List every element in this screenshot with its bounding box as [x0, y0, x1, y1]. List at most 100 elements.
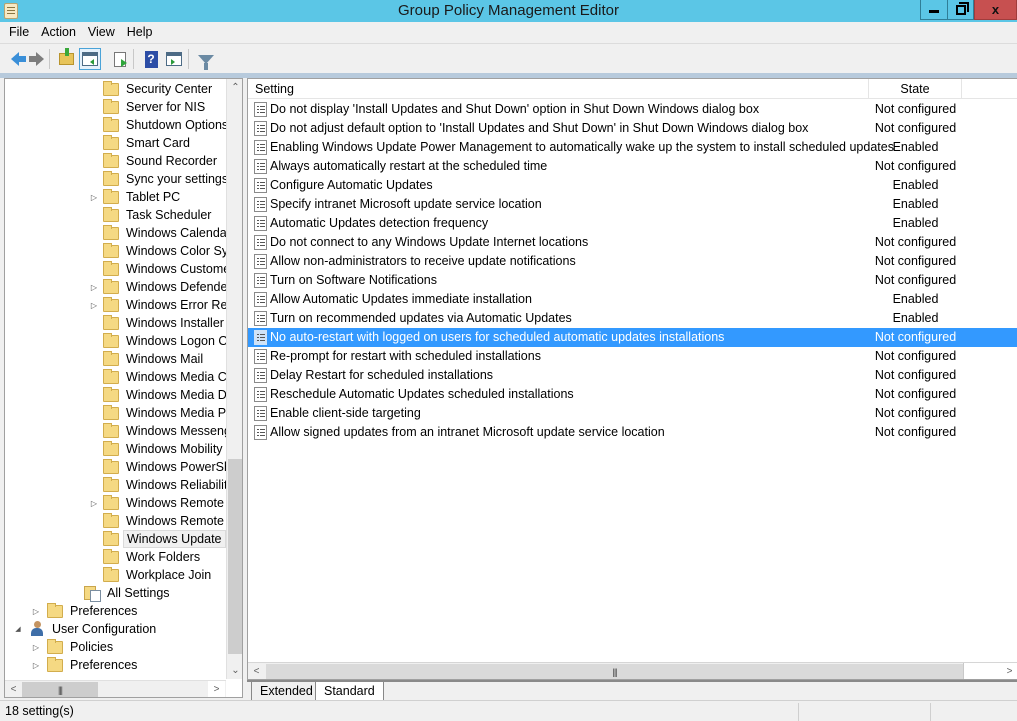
back-button[interactable]	[4, 48, 26, 70]
tree-item-preferences[interactable]: ▷ Preferences	[33, 656, 140, 674]
tree-item[interactable]: Task Scheduler	[89, 206, 214, 224]
tree-item-user-configuration[interactable]: ◢ User Configuration	[13, 620, 159, 638]
table-row[interactable]: Turn on recommended updates via Automati…	[248, 309, 1017, 328]
table-row[interactable]: Specify intranet Microsoft update servic…	[248, 195, 1017, 214]
tree-vertical-scrollbar[interactable]: ⌃ ⌄	[226, 79, 242, 679]
expand-icon[interactable]: ▷	[31, 642, 41, 652]
console-tree[interactable]: Security Center Server for NIS Shutdown Op…	[4, 78, 243, 698]
tree-item[interactable]: Windows Remote S	[89, 512, 239, 530]
export-list-button[interactable]	[109, 48, 131, 70]
tree-item[interactable]: Server for NIS	[89, 98, 208, 116]
status-separator	[798, 703, 799, 721]
settings-list[interactable]: Setting State Do not display 'Install Up…	[247, 78, 1017, 680]
table-row[interactable]: Allow signed updates from an intranet Mi…	[248, 423, 1017, 442]
up-one-level-icon	[58, 48, 74, 65]
table-row[interactable]: Delay Restart for scheduled installation…	[248, 366, 1017, 385]
tree-item-all-settings[interactable]: All Settings	[84, 584, 173, 602]
menu-file[interactable]: File	[3, 22, 35, 43]
tree-item[interactable]: Windows Logon Op	[89, 332, 238, 350]
expand-icon[interactable]: ▷	[89, 282, 99, 292]
expand-icon[interactable]: ▷	[89, 300, 99, 310]
tree-item[interactable]: Windows Mail	[89, 350, 206, 368]
tree-item[interactable]: Sync your settings	[89, 170, 231, 188]
table-row[interactable]: Re-prompt for restart with scheduled ins…	[248, 347, 1017, 366]
tree-item[interactable]: Sound Recorder	[89, 152, 220, 170]
table-row[interactable]: Allow non-administrators to receive upda…	[248, 252, 1017, 271]
tree-item[interactable]: Windows Custome	[89, 260, 233, 278]
scroll-up-icon[interactable]: ⌃	[227, 79, 242, 96]
table-row[interactable]: Configure Automatic Updates Enabled	[248, 176, 1017, 195]
tree-item[interactable]: Windows Mobility	[89, 440, 226, 458]
forward-button[interactable]	[25, 48, 47, 70]
table-row[interactable]: Enable client-side targeting Not configur…	[248, 404, 1017, 423]
scroll-right-icon[interactable]: >	[208, 681, 225, 697]
scrollbar-track[interactable]	[963, 663, 1001, 679]
scrollbar-thumb[interactable]: |||	[22, 682, 98, 697]
table-row[interactable]: No auto-restart with logged on users for…	[248, 328, 1017, 347]
tree-item[interactable]: Windows Messeng	[89, 422, 234, 440]
table-row[interactable]: Do not display 'Install Updates and Shut…	[248, 100, 1017, 119]
close-icon: x	[991, 2, 1000, 17]
tree-item[interactable]: Windows Color Sys	[89, 242, 237, 260]
list-horizontal-scrollbar[interactable]: < ||| >	[248, 662, 1017, 679]
menu-view[interactable]: View	[82, 22, 121, 43]
show-hide-console-tree-button[interactable]	[79, 48, 101, 70]
menu-help[interactable]: Help	[121, 22, 159, 43]
tree-item[interactable]: Workplace Join	[89, 566, 214, 584]
tree-item[interactable]: Smart Card	[89, 134, 193, 152]
tree-item[interactable]: Windows Media Di	[89, 386, 233, 404]
tab-extended[interactable]: Extended	[251, 682, 321, 700]
tree-item[interactable]: Shutdown Options	[89, 116, 231, 134]
tree-item[interactable]: ▷ Tablet PC	[89, 188, 183, 206]
tree-item[interactable]: Windows PowerShe	[89, 458, 241, 476]
table-row[interactable]: Do not connect to any Windows Update Int…	[248, 233, 1017, 252]
tree-item[interactable]: Work Folders	[89, 548, 203, 566]
table-row[interactable]: Turn on Software Notifications Not config…	[248, 271, 1017, 290]
tree-item[interactable]: ▷ Windows Defender	[89, 278, 235, 296]
scroll-left-icon[interactable]: <	[248, 663, 265, 679]
tree-horizontal-scrollbar[interactable]: < ||| >	[5, 680, 226, 697]
table-row[interactable]: Always automatically restart at the sche…	[248, 157, 1017, 176]
table-row[interactable]: Do not adjust default option to 'Install…	[248, 119, 1017, 138]
tab-standard[interactable]: Standard	[315, 682, 384, 700]
help-button[interactable]: ?	[140, 48, 162, 70]
filter-button[interactable]	[195, 48, 217, 70]
collapse-icon[interactable]: ◢	[13, 624, 23, 634]
expand-icon[interactable]: ▷	[89, 192, 99, 202]
tree-item[interactable]: Windows Calendar	[89, 224, 234, 242]
show-hide-action-pane-button[interactable]	[163, 48, 185, 70]
menu-action[interactable]: Action	[35, 22, 82, 43]
expand-icon[interactable]: ▷	[31, 660, 41, 670]
column-header-state[interactable]: State	[869, 79, 962, 99]
minimize-button[interactable]	[920, 0, 948, 20]
tree-item[interactable]: Windows Media Pla	[89, 404, 239, 422]
setting-name: Always automatically restart at the sche…	[270, 159, 548, 173]
scroll-left-icon[interactable]: <	[5, 681, 22, 697]
scrollbar-thumb[interactable]: |||	[266, 664, 963, 679]
tree-item[interactable]: Security Center	[89, 80, 215, 98]
tree-item[interactable]: Windows Installer	[89, 314, 227, 332]
tree-item-label: Shutdown Options	[126, 118, 229, 132]
table-row[interactable]: Automatic Updates detection frequency Ena…	[248, 214, 1017, 233]
tree-item[interactable]: ▷ Windows Remote M	[89, 494, 241, 512]
scroll-down-icon[interactable]: ⌄	[227, 662, 242, 679]
setting-state: Enabled	[892, 292, 939, 306]
table-row[interactable]: Allow Automatic Updates immediate instal…	[248, 290, 1017, 309]
folder-icon	[103, 278, 119, 294]
expand-icon[interactable]: ▷	[89, 498, 99, 508]
restore-button[interactable]	[947, 0, 974, 20]
tree-item[interactable]: Windows Update	[89, 530, 226, 548]
table-row[interactable]: Reschedule Automatic Updates scheduled i…	[248, 385, 1017, 404]
close-button[interactable]: x	[974, 0, 1017, 20]
tree-item[interactable]: Windows Reliability	[89, 476, 237, 494]
tree-item[interactable]: ▷ Windows Error Rep	[89, 296, 237, 314]
column-header-setting[interactable]: Setting	[248, 79, 869, 99]
expand-icon[interactable]: ▷	[31, 606, 41, 616]
tree-item[interactable]: Windows Media Ce	[89, 368, 237, 386]
tree-item-policies[interactable]: ▷ Policies	[33, 638, 116, 656]
table-row[interactable]: Enabling Windows Update Power Management…	[248, 138, 1017, 157]
scroll-right-icon[interactable]: >	[1001, 663, 1017, 679]
tree-item-preferences[interactable]: ▷ Preferences	[33, 602, 140, 620]
up-one-level-button[interactable]	[55, 48, 77, 70]
scrollbar-thumb[interactable]	[228, 459, 242, 654]
